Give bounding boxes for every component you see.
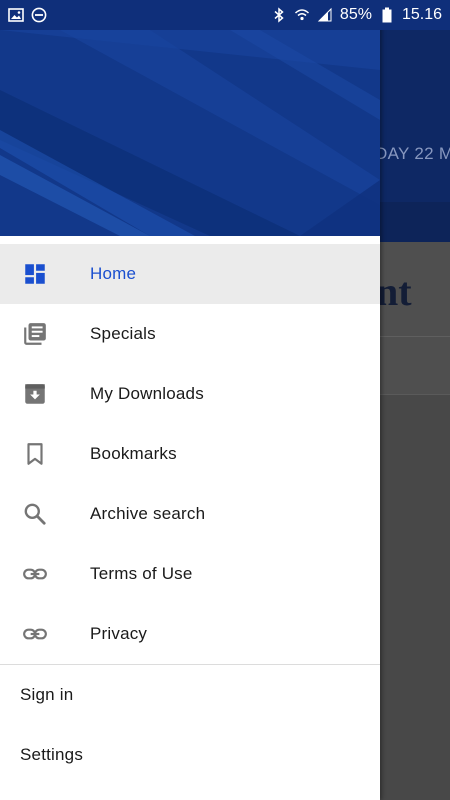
menu-item-my-downloads[interactable]: My Downloads (0, 364, 380, 424)
link-icon (20, 619, 50, 649)
bookmark-icon (20, 439, 50, 469)
link-icon (20, 559, 50, 589)
settings-item[interactable]: Settings (0, 725, 380, 785)
background-content (380, 395, 450, 800)
menu-item-label: Specials (90, 324, 156, 343)
menu-item-label: Archive search (90, 504, 206, 523)
wifi-icon (294, 7, 310, 23)
background-header (380, 30, 450, 202)
image-icon (8, 7, 24, 23)
menu-item-label: Bookmarks (90, 444, 177, 463)
battery-icon (379, 7, 395, 23)
do-not-disturb-icon (31, 7, 47, 23)
drawer-header (0, 30, 380, 236)
status-right: 85% 15.16 (271, 6, 442, 24)
battery-percentage: 85% (339, 6, 372, 23)
menu-item-label: Privacy (90, 624, 148, 643)
menu-item-specials[interactable]: Specials (0, 304, 380, 364)
drawer-bottom-items: Sign in Settings (0, 665, 380, 785)
library-icon (20, 319, 50, 349)
drawer-menu: Home Specials My Downloads Bookmarks Arc (0, 244, 380, 785)
background-logo-text: nt (380, 269, 412, 314)
menu-item-label: Home (90, 264, 137, 283)
status-left (8, 7, 47, 23)
background-app: IDAY 22 M nt (370, 30, 450, 800)
background-divider (380, 336, 450, 337)
background-logo: nt (380, 268, 450, 315)
search-icon (20, 499, 50, 529)
background-date: IDAY 22 M (370, 144, 450, 163)
sign-in-item[interactable]: Sign in (0, 665, 380, 725)
navigation-drawer: Home Specials My Downloads Bookmarks Arc (0, 0, 380, 800)
menu-item-label: Terms of Use (90, 564, 193, 583)
menu-item-home[interactable]: Home (0, 244, 380, 304)
background-nav-bar (380, 202, 450, 242)
download-box-icon (20, 379, 50, 409)
status-bar: 85% 15.16 (0, 0, 450, 30)
menu-item-bookmarks[interactable]: Bookmarks (0, 424, 380, 484)
menu-item-privacy[interactable]: Privacy (0, 604, 380, 664)
background-masthead (380, 242, 450, 394)
header-background-art (0, 30, 380, 236)
menu-item-label: My Downloads (90, 384, 204, 403)
dashboard-icon (20, 259, 50, 289)
clock: 15.16 (401, 6, 442, 23)
bluetooth-icon (271, 7, 287, 23)
signal-icon (317, 7, 333, 23)
menu-item-archive-search[interactable]: Archive search (0, 484, 380, 544)
menu-item-terms-of-use[interactable]: Terms of Use (0, 544, 380, 604)
